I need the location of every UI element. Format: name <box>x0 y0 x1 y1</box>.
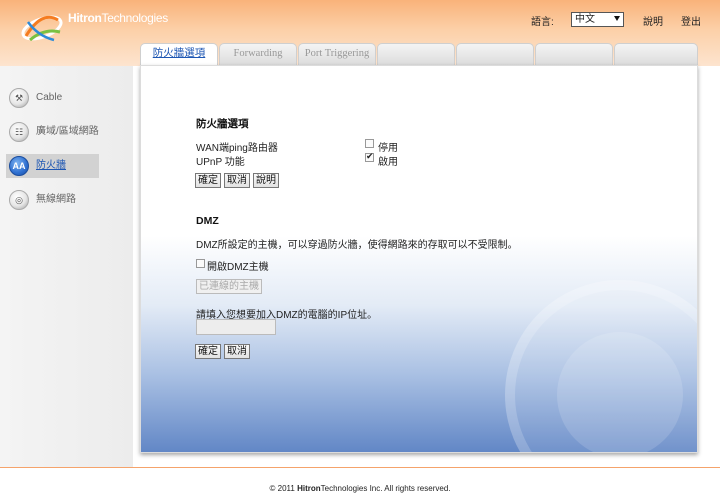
tab-empty-3 <box>535 43 613 65</box>
wrench-icon: ⚒ <box>9 88 29 108</box>
language-select[interactable]: 中文 <box>571 12 624 27</box>
sidebar-item-cable[interactable]: ⚒ Cable <box>6 86 99 110</box>
tab-firewall-options[interactable]: 防火牆選項 <box>140 43 218 66</box>
language-label: 語言: <box>531 17 554 28</box>
language-select-value: 中文 <box>575 14 595 25</box>
dmz-ip-input[interactable] <box>196 319 276 335</box>
logo-wordmark: HitronTechnologies <box>68 11 168 25</box>
sidebar-item-wireless[interactable]: ◎ 無線網路 <box>6 188 99 212</box>
connected-hosts-button[interactable]: 已連線的主機 <box>196 279 262 294</box>
firewall-help-button[interactable]: 說明 <box>253 173 279 188</box>
copyright-prefix: © 2011 <box>269 484 295 493</box>
upnp-label: UPnP 功能 <box>196 157 245 168</box>
wan-ping-label: WAN端ping路由器 <box>196 143 278 154</box>
dmz-ok-button[interactable]: 確定 <box>195 344 221 359</box>
sidebar-item-label: Cable <box>36 92 63 103</box>
wan-ping-option-label: 停用 <box>378 143 398 154</box>
footer-brand-rest: Technologies <box>320 484 368 493</box>
dmz-section-title: DMZ <box>196 215 219 227</box>
firewall-ok-button[interactable]: 確定 <box>195 173 221 188</box>
tab-empty-1 <box>377 43 455 65</box>
network-icon: ☷ <box>9 122 29 142</box>
firewall-section-title: 防火牆選項 <box>196 118 249 130</box>
wan-ping-disable-checkbox[interactable] <box>365 139 374 148</box>
sidebar-item-label: 廣域/區域網路 <box>36 126 99 137</box>
help-link[interactable]: 說明 <box>643 13 663 28</box>
upnp-option-label: 啟用 <box>378 157 398 168</box>
firewall-cancel-button[interactable]: 取消 <box>224 173 250 188</box>
tab-port-triggering[interactable]: Port Triggering <box>298 43 376 65</box>
logout-link[interactable]: 登出 <box>681 13 701 28</box>
sidebar-item-wan-lan[interactable]: ☷ 廣域/區域網路 <box>6 120 99 144</box>
logo-brand-rest: Technologies <box>101 11 169 25</box>
footer-divider <box>0 467 720 468</box>
upnp-enable-checkbox[interactable] <box>365 151 374 162</box>
wireless-icon: ◎ <box>9 190 29 210</box>
dmz-description: DMZ所設定的主機，可以穿過防火牆，使得網路來的存取可以不受限制。 <box>196 240 518 251</box>
footer-brand-bold: Hitron <box>297 484 321 493</box>
tab-empty-4 <box>614 43 698 65</box>
sidebar: ⚒ Cable ☷ 廣域/區域網路 AA 防火牆 ◎ 無線網路 <box>0 66 133 467</box>
dropdown-arrow-icon <box>614 16 620 21</box>
copyright-suffix: Inc. All rights reserved. <box>369 484 451 493</box>
content-panel: 防火牆選項 WAN端ping路由器 停用 UPnP 功能 啟用 確定 取消 說明… <box>140 65 698 453</box>
dmz-enable-checkbox[interactable] <box>196 259 205 268</box>
sidebar-item-firewall[interactable]: AA 防火牆 <box>6 154 99 178</box>
logo-brand-bold: Hitron <box>68 11 102 25</box>
logo-swirl-icon <box>21 15 63 42</box>
sidebar-item-label: 防火牆 <box>36 160 66 171</box>
watermark-plug-icon <box>505 280 697 452</box>
footer-copyright: © 2011 HitronTechnologies Inc. All right… <box>0 484 720 493</box>
dmz-cancel-button[interactable]: 取消 <box>224 344 250 359</box>
firewall-icon: AA <box>9 156 29 176</box>
tab-empty-2 <box>456 43 534 65</box>
tab-forwarding[interactable]: Forwarding <box>219 43 297 65</box>
dmz-enable-label: 開啟DMZ主機 <box>207 262 269 273</box>
sidebar-item-label: 無線網路 <box>36 194 76 205</box>
